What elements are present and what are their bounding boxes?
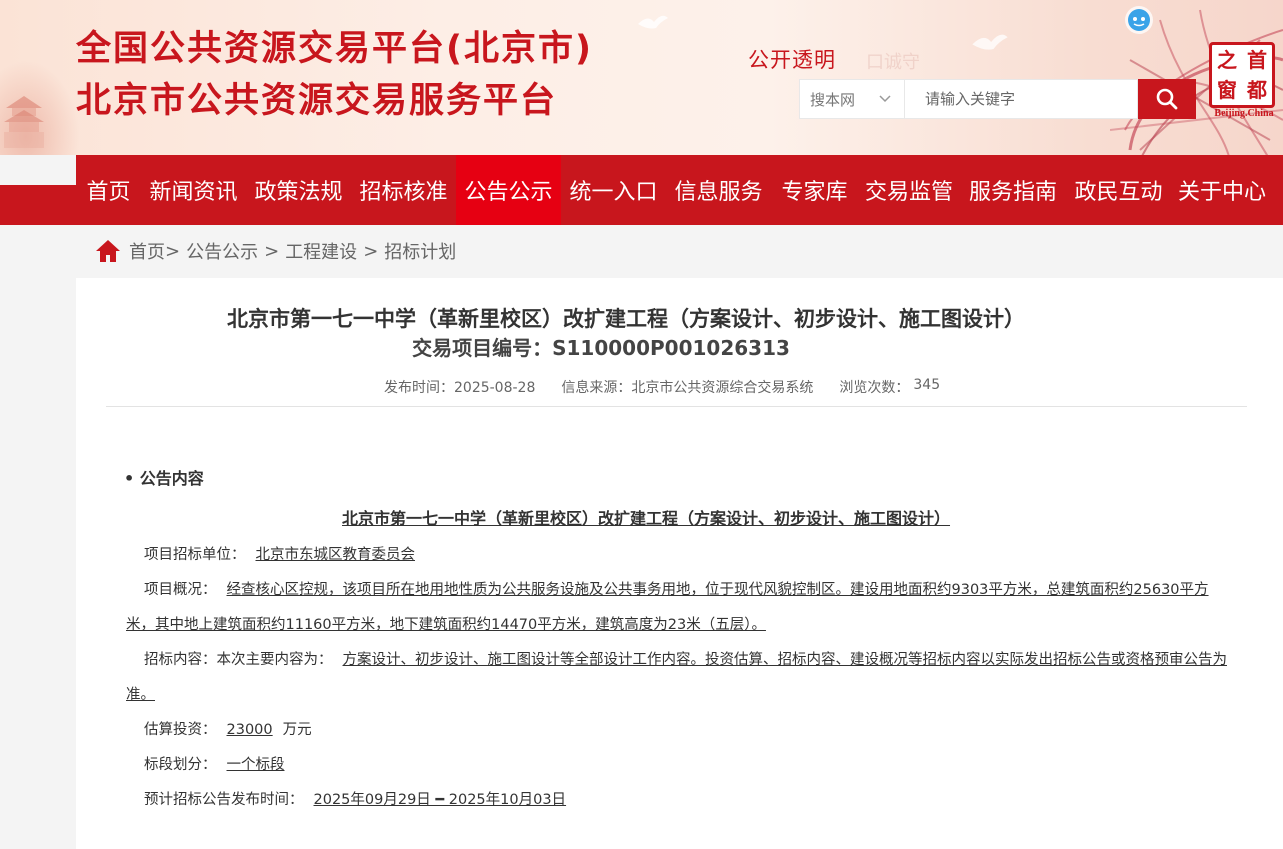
overview-label: 项目概况： bbox=[144, 582, 217, 598]
section-division-label: 标段划分： bbox=[144, 757, 217, 773]
search-icon bbox=[1156, 88, 1178, 110]
bidding-unit-row: 项目招标单位： 北京市东城区教育委员会 bbox=[144, 538, 425, 573]
overview-paragraph: 项目概况： 经查核心区控规，该项目所在地用地性质为公共服务设施及公共事务用地，位于… bbox=[126, 573, 1236, 643]
breadcrumb-separator: > bbox=[264, 240, 280, 262]
faded-slogan: 口诚守 bbox=[866, 52, 920, 73]
section-division-value: 一个标段 bbox=[226, 757, 285, 773]
nav-item-expert-db[interactable]: 专家库 bbox=[771, 155, 858, 225]
nav-item-policy[interactable]: 政策法规 bbox=[246, 155, 351, 225]
search-scope-select[interactable]: 搜本网 bbox=[799, 79, 905, 119]
dove-icon bbox=[972, 34, 1008, 50]
breadcrumb-bidding-plan[interactable]: 招标计划 bbox=[384, 238, 456, 264]
nav-item-news[interactable]: 新闻资讯 bbox=[141, 155, 246, 225]
seal-char: 都 bbox=[1247, 78, 1267, 102]
nav-item-home[interactable]: 首页 bbox=[76, 155, 141, 225]
site-title-line-2: 北京市公共资源交易服务平台 bbox=[76, 81, 558, 121]
capital-window-seal-logo[interactable]: 之 首 窗 都 Beijing.China bbox=[1209, 42, 1279, 122]
publish-time-label: 预计招标公告发布时间： bbox=[144, 792, 304, 808]
overview-value: 经查核心区控规，该项目所在地用地性质为公共服务设施及公共事务用地，位于现代风貌控… bbox=[126, 582, 1209, 633]
publish-date: 发布时间：2025-08-28 bbox=[384, 380, 536, 396]
bidding-unit-label: 项目招标单位： bbox=[144, 547, 246, 563]
article-project-code: 交易项目编号：S110000P001026313 bbox=[412, 336, 790, 360]
nav-item-service-guide[interactable]: 服务指南 bbox=[960, 155, 1066, 225]
nav-item-info-service[interactable]: 信息服务 bbox=[666, 155, 771, 225]
slogan: 公开透明 bbox=[748, 48, 836, 72]
breadcrumb: 首页 > 公告公示 > 工程建设 > 招标计划 bbox=[95, 236, 456, 266]
search-scope-value: 搜本网 bbox=[810, 90, 856, 109]
publish-time-value: 2025年09月29日 ━ 2025年10月03日 bbox=[313, 792, 567, 808]
view-count-label: 浏览次数： bbox=[839, 380, 910, 396]
chevron-down-icon bbox=[879, 95, 891, 103]
info-source: 信息来源：北京市公共资源综合交易系统 bbox=[561, 380, 814, 396]
breadcrumb-home[interactable]: 首页 bbox=[129, 238, 165, 264]
nav-item-announcements[interactable]: 公告公示 bbox=[456, 155, 561, 225]
nav-item-bidding-approval[interactable]: 招标核准 bbox=[351, 155, 456, 225]
temple-of-heaven-illustration bbox=[4, 96, 44, 148]
section-division-row: 标段划分： 一个标段 bbox=[144, 748, 295, 783]
investment-unit: 万元 bbox=[282, 722, 312, 738]
dove-icon bbox=[638, 15, 668, 29]
seal-english-text: Beijing.China bbox=[1214, 108, 1274, 119]
divider bbox=[106, 406, 1247, 407]
main-nav: 首页 新闻资讯 政策法规 招标核准 公告公示 统一入口 信息服务 专家库 交易监… bbox=[76, 155, 1283, 225]
article-meta: 发布时间：2025-08-28 信息来源：北京市公共资源综合交易系统 浏览次数：… bbox=[384, 377, 940, 397]
nav-item-supervision[interactable]: 交易监管 bbox=[858, 155, 960, 225]
investment-label: 估算投资： bbox=[144, 722, 217, 738]
investment-row: 估算投资： 23000 万元 bbox=[144, 713, 312, 748]
notice-title: 北京市第一七一中学（革新里校区）改扩建工程（方案设计、初步设计、施工图设计） bbox=[342, 509, 951, 528]
search-input[interactable] bbox=[905, 79, 1138, 119]
view-count: 345 bbox=[913, 377, 941, 393]
breadcrumb-engineering[interactable]: 工程建设 bbox=[285, 238, 357, 264]
search-button[interactable] bbox=[1138, 79, 1196, 119]
site-title-line-1: 全国公共资源交易平台(北京市) bbox=[76, 29, 593, 69]
bidding-unit-value: 北京市东城区教育委员会 bbox=[255, 547, 416, 563]
nav-item-interaction[interactable]: 政民互动 bbox=[1066, 155, 1171, 225]
content-paragraph: 招标内容：本次主要内容为： 方案设计、初步设计、施工图设计等全部设计工作内容。投资… bbox=[126, 643, 1236, 713]
breadcrumb-separator: > bbox=[363, 240, 379, 262]
header-banner: 全国公共资源交易平台(北京市) 北京市公共资源交易服务平台 公开透明 口诚守 搜… bbox=[0, 0, 1283, 155]
article-title: 北京市第一七一中学（革新里校区）改扩建工程（方案设计、初步设计、施工图设计） bbox=[227, 307, 1025, 331]
publish-time-row: 预计招标公告发布时间： 2025年09月29日 ━ 2025年10月03日 bbox=[144, 783, 576, 818]
chat-assistant-icon[interactable] bbox=[1124, 5, 1154, 35]
seal-char: 窗 bbox=[1217, 78, 1237, 102]
section-heading: • 公告内容 bbox=[124, 469, 204, 488]
investment-value: 23000 bbox=[226, 722, 273, 738]
breadcrumb-announcements[interactable]: 公告公示 bbox=[186, 238, 258, 264]
seal-char: 首 bbox=[1247, 48, 1267, 72]
article-card: 北京市第一七一中学（革新里校区）改扩建工程（方案设计、初步设计、施工图设计） 交… bbox=[76, 278, 1283, 849]
content-label: 招标内容：本次主要内容为： bbox=[144, 652, 333, 668]
nav-item-about[interactable]: 关于中心 bbox=[1171, 155, 1273, 225]
seal-char: 之 bbox=[1217, 48, 1237, 72]
breadcrumb-separator: > bbox=[165, 240, 181, 262]
home-icon[interactable] bbox=[95, 239, 121, 263]
nav-item-unified-entry[interactable]: 统一入口 bbox=[561, 155, 666, 225]
